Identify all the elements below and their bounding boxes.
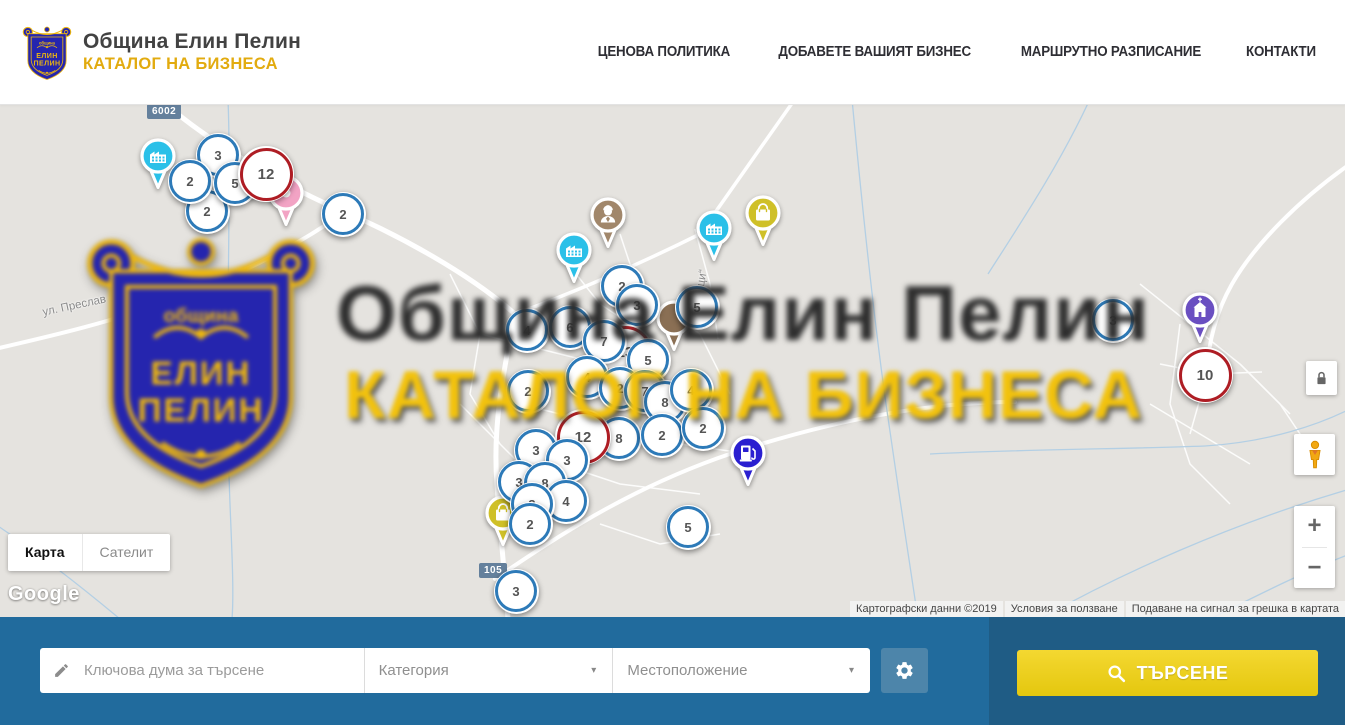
cluster-count: 4 — [506, 309, 548, 351]
report-error-link[interactable]: Подаване на сигнал за грешка в картата — [1126, 601, 1345, 617]
cluster-count: 12 — [240, 148, 293, 201]
main-nav: ЦЕНОВА ПОЛИТИКА ДОБАВЕТЕ ВАШИЯТ БИЗНЕС М… — [592, 44, 1319, 60]
cluster-count: 2 — [507, 370, 549, 412]
lock-icon — [1314, 370, 1329, 387]
map-cluster-marker[interactable]: 2 — [168, 159, 213, 204]
map-cluster-marker[interactable]: 3 — [494, 569, 539, 614]
map-cluster-marker[interactable]: 2 — [681, 406, 726, 451]
search-bar: Категория ▾ Местоположение ▾ ТЪРСЕНЕ — [0, 617, 1345, 725]
svg-text:ПЕЛИН: ПЕЛИН — [33, 60, 60, 68]
cluster-count: 2 — [169, 160, 211, 202]
map-markers-layer: 232512223513467542278431082212333843253 — [0, 104, 1345, 617]
pin-shopping-bag[interactable] — [743, 195, 783, 247]
pin-factory[interactable] — [554, 232, 594, 284]
location-dropdown[interactable]: Местоположение ▾ — [613, 648, 870, 693]
zoom-control: + − — [1294, 506, 1335, 588]
nav-item-add-business[interactable]: ДОБАВЕТЕ ВАШИЯТ БИЗНЕС — [778, 44, 971, 60]
map-cluster-marker[interactable]: 5 — [666, 505, 711, 550]
map-type-satellite-button[interactable]: Сателит — [82, 534, 171, 571]
location-dropdown-label: Местоположение — [627, 662, 747, 679]
pin-worker[interactable] — [588, 197, 628, 249]
cluster-count: 3 — [616, 284, 658, 326]
map-cluster-marker[interactable]: 2 — [508, 502, 553, 547]
google-logo[interactable]: Google — [8, 583, 80, 606]
map-type-control: Карта Сателит — [8, 534, 170, 571]
search-button-label: ТЪРСЕНЕ — [1137, 663, 1229, 684]
svg-text:община: община — [39, 41, 56, 46]
category-dropdown[interactable]: Категория ▾ — [365, 648, 613, 693]
cluster-count: 10 — [1179, 349, 1232, 402]
header: община ЕЛИН ПЕЛИН Община Елин Пелин КАТА… — [0, 0, 1345, 105]
lock-button[interactable] — [1306, 361, 1337, 395]
map-cluster-marker[interactable]: 12 — [238, 146, 294, 202]
terms-link[interactable]: Условия за ползване — [1005, 601, 1124, 617]
cluster-count: 2 — [509, 503, 551, 545]
street-view-pegman-button[interactable] — [1294, 434, 1335, 475]
advanced-settings-button[interactable] — [881, 648, 928, 693]
site-title: Община Елин Пелин — [83, 30, 301, 54]
map-cluster-marker[interactable]: 3 — [1091, 298, 1136, 343]
map-canvas[interactable]: 6002 105 ул. Преслав бул. „Новосел ци“ 2… — [0, 104, 1345, 617]
category-dropdown-label: Категория — [379, 662, 449, 679]
map-cluster-marker[interactable]: 5 — [675, 285, 720, 330]
site-subtitle: КАТАЛОГ НА БИЗНЕСА — [83, 55, 301, 74]
search-fields-box: Категория ▾ Местоположение ▾ — [40, 648, 870, 693]
search-icon — [1107, 664, 1126, 683]
map-cluster-marker[interactable]: 4 — [505, 308, 550, 353]
cluster-count: 3 — [495, 570, 537, 612]
keyword-search-input[interactable] — [82, 661, 364, 680]
gear-icon — [894, 660, 915, 681]
keyword-field[interactable] — [40, 648, 364, 693]
pencil-icon — [53, 662, 70, 679]
chevron-down-icon: ▾ — [849, 665, 854, 676]
attribution-copyright: Картографски данни ©2019 — [850, 601, 1003, 617]
cluster-count: 2 — [682, 407, 724, 449]
nav-item-pricing[interactable]: ЦЕНОВА ПОЛИТИКА — [598, 44, 730, 60]
map-cluster-marker[interactable]: 2 — [640, 413, 685, 458]
brand-block: Община Елин Пелин КАТАЛОГ НА БИЗНЕСА — [83, 30, 301, 73]
pin-church[interactable] — [1180, 292, 1220, 344]
nav-item-schedule[interactable]: МАРШРУТНО РАЗПИСАНИЕ — [1021, 44, 1201, 60]
cluster-count: 2 — [641, 414, 683, 456]
cluster-count: 5 — [676, 286, 718, 328]
cluster-count: 2 — [322, 193, 364, 235]
pegman-icon — [1304, 440, 1326, 470]
chevron-down-icon: ▾ — [591, 665, 596, 676]
map-type-map-button[interactable]: Карта — [8, 534, 82, 571]
municipality-logo-icon: община ЕЛИН ПЕЛИН — [22, 21, 72, 83]
map-attribution: Картографски данни ©2019 Условия за полз… — [850, 600, 1345, 617]
map-cluster-marker[interactable]: 2 — [321, 192, 366, 237]
map-cluster-marker[interactable]: 2 — [506, 369, 551, 414]
map-cluster-marker[interactable]: 10 — [1177, 347, 1233, 403]
pin-factory[interactable] — [694, 210, 734, 262]
cluster-count: 5 — [667, 506, 709, 548]
zoom-in-button[interactable]: + — [1294, 506, 1335, 547]
search-submit-button[interactable]: ТЪРСЕНЕ — [1017, 650, 1318, 696]
cluster-count: 3 — [1092, 299, 1134, 341]
nav-item-contacts[interactable]: КОНТАКТИ — [1246, 44, 1316, 60]
zoom-out-button[interactable]: − — [1294, 547, 1335, 588]
pin-fuel[interactable] — [728, 435, 768, 487]
svg-text:ЕЛИН: ЕЛИН — [36, 52, 58, 60]
municipality-logo[interactable]: община ЕЛИН ПЕЛИН — [22, 21, 72, 83]
map-cluster-marker[interactable]: 3 — [615, 283, 660, 328]
cluster-count: 4 — [670, 369, 712, 411]
